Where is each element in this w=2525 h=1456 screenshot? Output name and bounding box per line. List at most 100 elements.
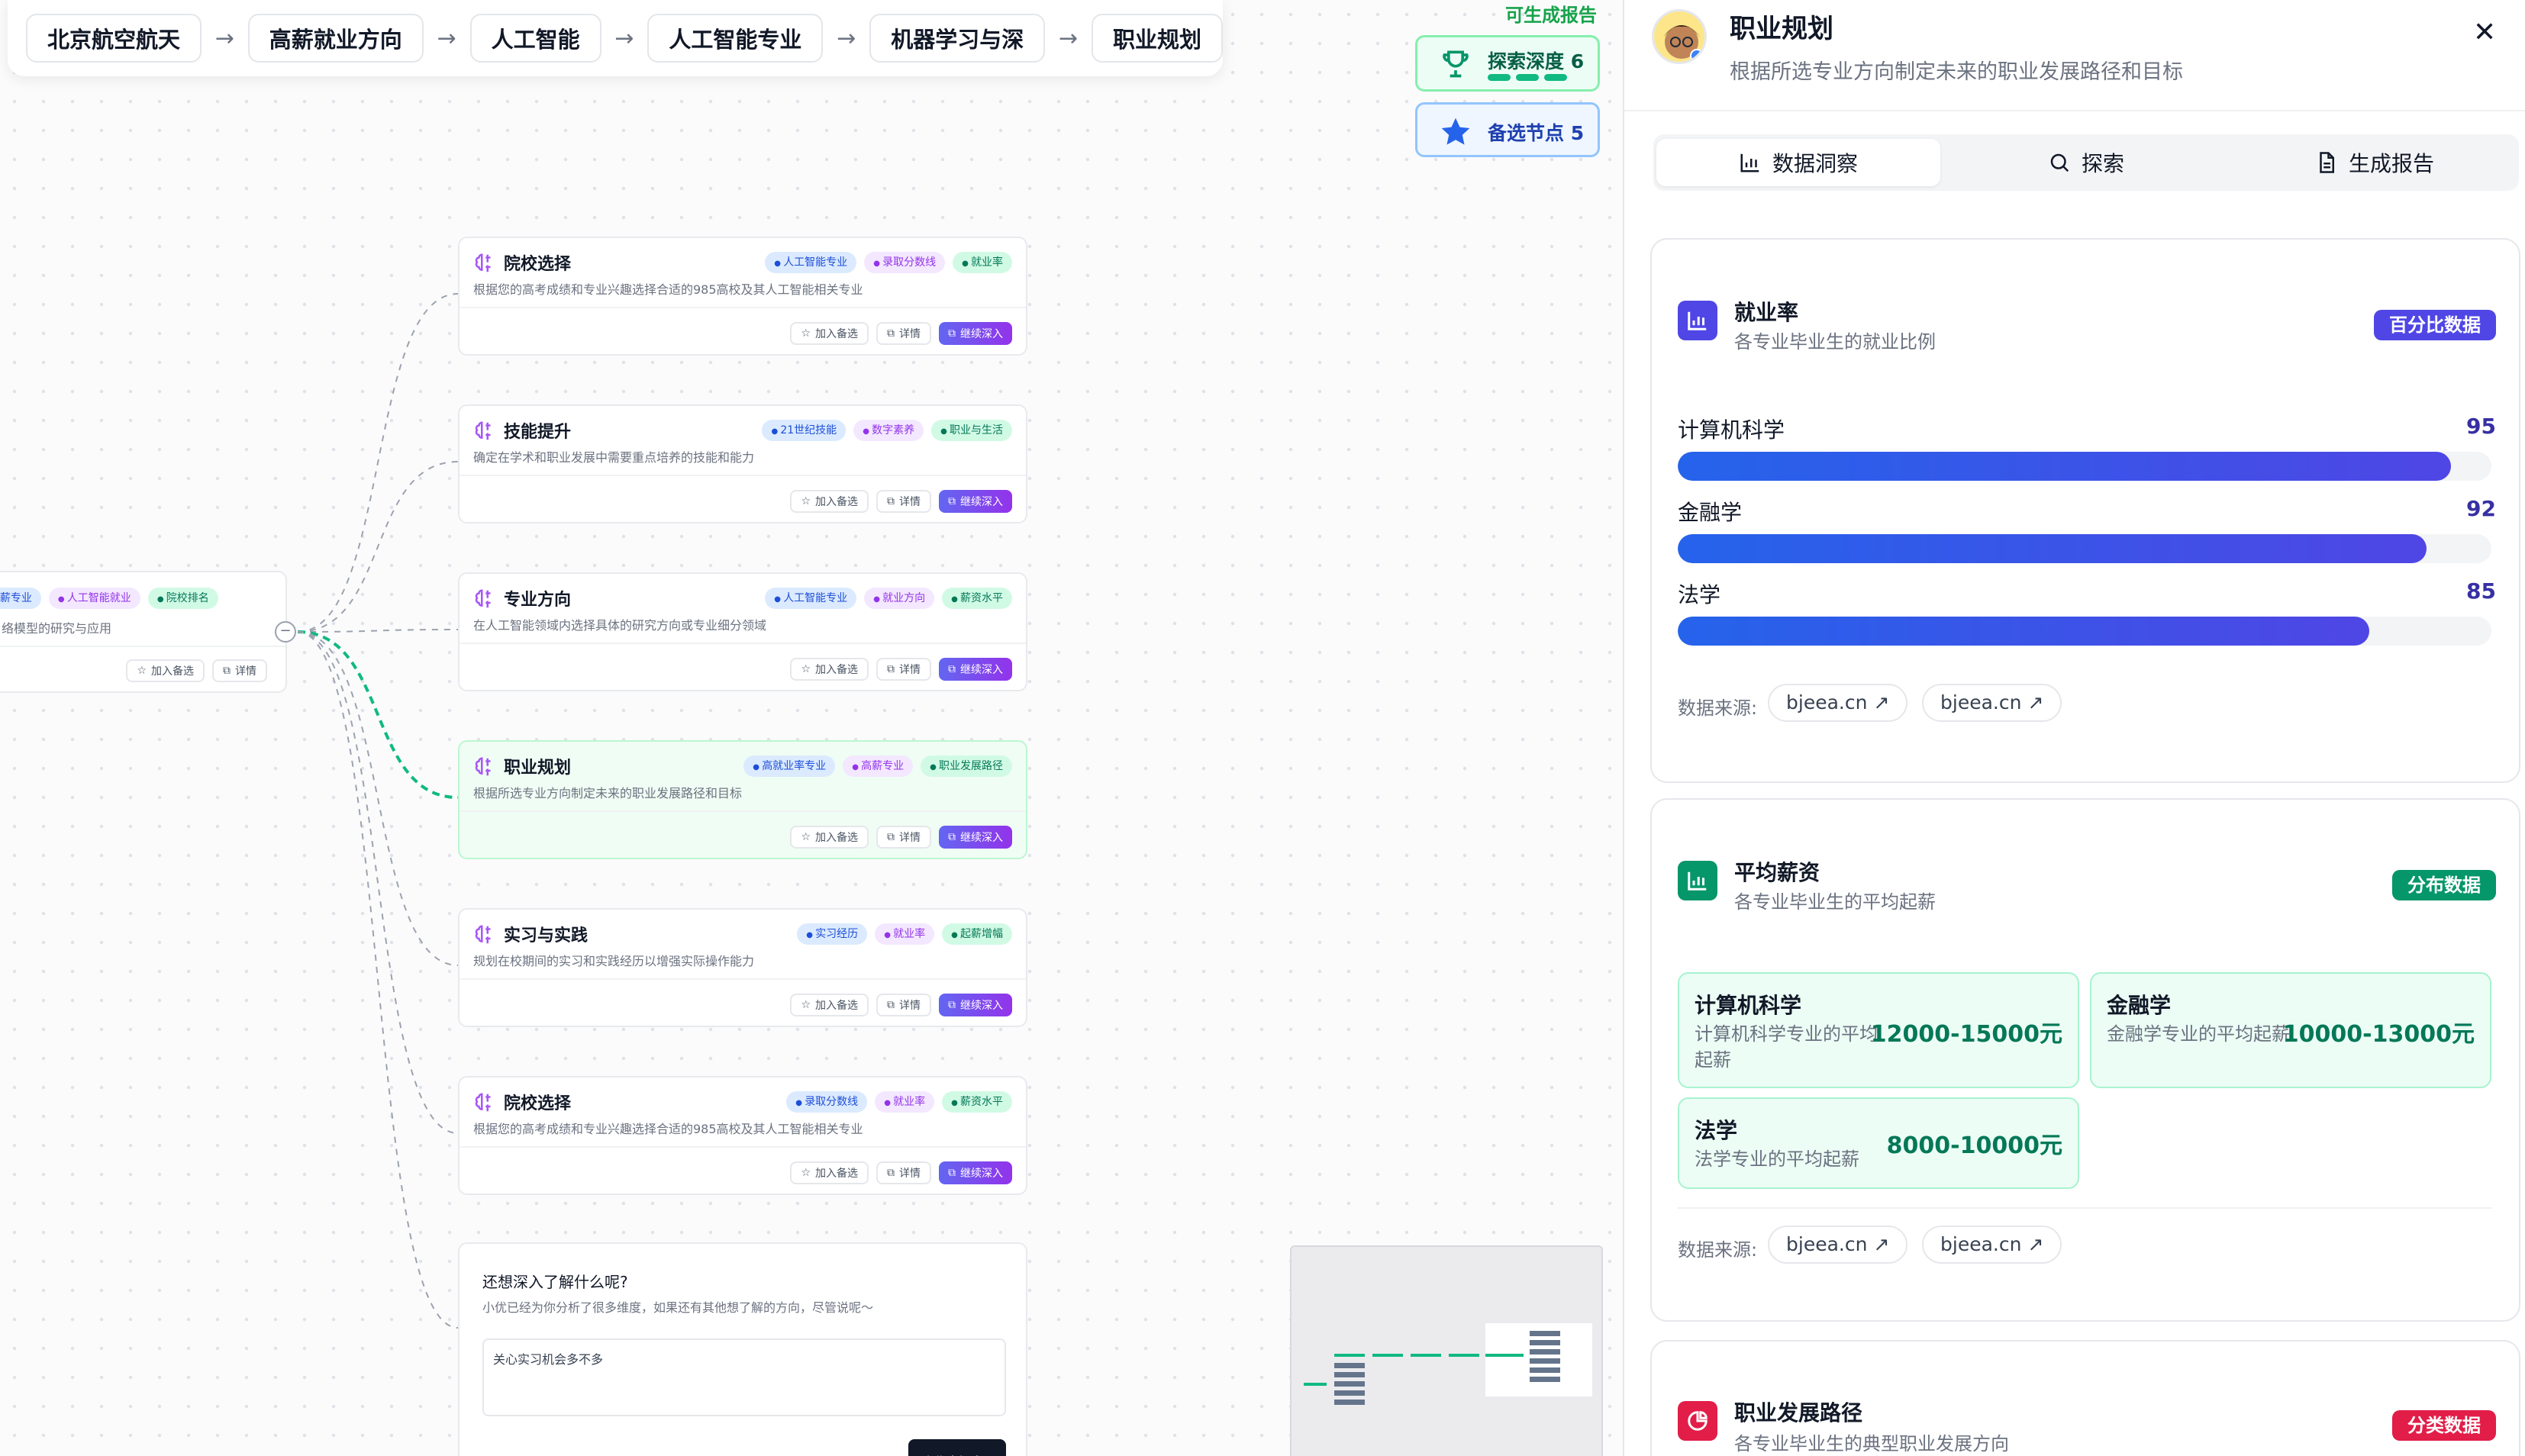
source-link[interactable]: bjeea.cn ↗: [1922, 684, 2062, 722]
continue-deeper-button[interactable]: ⧉ 继续深入: [939, 658, 1012, 681]
bar-track: [1678, 452, 2491, 481]
star-outline-icon: ☆: [137, 665, 147, 677]
source-link[interactable]: bjeea.cn ↗: [1768, 1226, 1908, 1264]
distribution-data-badge: 分布数据: [2392, 870, 2496, 900]
mindmap-node[interactable]: 技能提升 21世纪技能数字素养职业与生活确定在学术和职业发展中需要重点培养的技能和…: [458, 404, 1027, 523]
node-tag: 高就业率专业: [743, 755, 836, 777]
detail-button[interactable]: ⧉ 详情: [876, 994, 931, 1016]
node-tag: 人工智能专业: [765, 588, 857, 609]
breadcrumb-item-current[interactable]: 职业规划: [1091, 14, 1223, 63]
connector-line: [297, 630, 459, 799]
star-outline-icon: ☆: [801, 831, 811, 843]
ask-input[interactable]: 关心实习机会多不多: [482, 1338, 1006, 1416]
card-subtitle: 各专业毕业生的平均起薪: [1734, 891, 1936, 913]
breadcrumb-item[interactable]: 机器学习与深: [869, 14, 1046, 63]
mindmap-node[interactable]: 专业方向 人工智能专业就业方向薪资水平在人工智能领域内选择具体的研究方向或专业细分…: [458, 572, 1027, 691]
detail-button[interactable]: ⧉ 详情: [876, 490, 931, 513]
candidates-label: 备选节点: [1488, 122, 1565, 144]
node-title: 院校选择: [504, 1094, 572, 1113]
continue-deeper-button[interactable]: ⧉ 继续深入: [939, 994, 1012, 1016]
mindmap-node[interactable]: 职业规划 高就业率专业高薪专业职业发展路径根据所选专业方向制定未来的职业发展路径和…: [458, 740, 1027, 859]
node-tag: 职业与生活: [931, 420, 1012, 441]
add-candidate-button[interactable]: ☆ 加入备选: [790, 322, 869, 345]
node-title: 职业规划: [504, 759, 572, 778]
node-description: 根据您的高考成绩和专业兴趣选择合适的985高校及其人工智能相关专业: [473, 282, 863, 297]
connector-line: [297, 461, 459, 633]
arrow-right-icon: →: [1059, 24, 1079, 52]
bar-value: 85: [2466, 578, 2496, 604]
external-link-icon: ⧉: [887, 831, 895, 843]
category-data-badge: 分类数据: [2392, 1410, 2496, 1441]
node-tag: 薪资水平: [942, 1091, 1012, 1113]
bar-chart-icon: [1678, 861, 1717, 900]
detail-button[interactable]: ⧉ 详情: [876, 322, 931, 345]
tab-data-insight[interactable]: 数据洞察: [1656, 139, 1940, 186]
node-tag: 就业率: [953, 252, 1012, 273]
mindmap-node[interactable]: 院校选择 录取分数线就业率薪资水平根据您的高考成绩和专业兴趣选择合适的985高校及…: [458, 1076, 1027, 1195]
bar-fill: [1678, 617, 2370, 646]
brain-icon: [475, 757, 491, 776]
minimap[interactable]: [1290, 1245, 1603, 1456]
node-tag: 起薪增幅: [942, 923, 1012, 945]
breadcrumb-item[interactable]: 北京航空航天: [26, 14, 202, 63]
detail-panel: 职业规划 根据所选专业方向制定未来的职业发展路径和目标 ✕ 数据洞察 探索 生成…: [1623, 0, 2525, 1456]
star-icon: [1441, 118, 1470, 145]
node-title: 实习与实践: [504, 926, 589, 945]
employment-rate-card: 就业率 各专业毕业生的就业比例 百分比数据 计算机科学 95 金融学 92 法学 85 数…: [1650, 238, 2520, 783]
add-candidate-button[interactable]: ☆ 加入备选: [790, 658, 869, 681]
card-subtitle: 各专业毕业生的就业比例: [1734, 331, 1936, 353]
node-tag: 人工智能专业: [765, 252, 857, 273]
mindmap-canvas[interactable]: 北京航空航天 → 高薪就业方向 → 人工智能 → 人工智能专业 → 机器学习与深…: [0, 0, 1623, 1456]
salary-item: 计算机科学 计算机科学专业的平均起薪 12000-15000元: [1678, 972, 2079, 1088]
brain-icon: [475, 253, 491, 272]
connector-line: [297, 631, 459, 966]
detail-button[interactable]: ⧉ 详情: [876, 1161, 931, 1184]
bar-value: 95: [2466, 414, 2496, 439]
continue-deeper-button[interactable]: ⧉ 继续深入: [939, 1161, 1012, 1184]
node-tag: 数字素养: [853, 420, 924, 441]
source-link[interactable]: bjeea.cn ↗: [1768, 684, 1908, 722]
salary-item: 法学 法学专业的平均起薪 8000-10000元: [1678, 1097, 2079, 1189]
breadcrumb-item[interactable]: 人工智能专业: [647, 14, 824, 63]
candidate-nodes-badge[interactable]: 备选节点 5: [1415, 102, 1600, 157]
add-candidate-button[interactable]: ☆ 加入备选: [790, 826, 869, 849]
tab-generate-report[interactable]: 生成报告: [2233, 139, 2516, 186]
pie-chart-icon: [1678, 1401, 1717, 1441]
source-link[interactable]: bjeea.cn ↗: [1922, 1226, 2062, 1264]
continue-deeper-button[interactable]: ⧉ 继续深入: [939, 322, 1012, 345]
source-label: 数据来源:: [1678, 1239, 1758, 1261]
close-icon[interactable]: ✕: [2473, 17, 2496, 48]
mindmap-node[interactable]: 院校选择 人工智能专业录取分数线就业率根据您的高考成绩和专业兴趣选择合适的985高…: [458, 237, 1027, 356]
node-tag: 职业发展路径: [921, 755, 1012, 777]
mindmap-node[interactable]: 实习与实践 实习经历就业率起薪增幅规划在校期间的实习和实践经历以增强实际操作能力 ☆…: [458, 908, 1027, 1027]
add-candidate-button[interactable]: ☆ 加入备选: [790, 490, 869, 513]
node-title: 院校选择: [504, 255, 572, 274]
node-description: 根据所选专业方向制定未来的职业发展路径和目标: [473, 786, 743, 800]
breadcrumb-item[interactable]: 人工智能: [469, 14, 601, 63]
tab-explore[interactable]: 探索: [1953, 139, 2220, 186]
collapse-node-button[interactable]: −: [275, 621, 296, 643]
detail-button[interactable]: ⧉ 详情: [876, 658, 931, 681]
continue-deeper-button[interactable]: ⧉ 继续深入: [939, 490, 1012, 513]
external-link-icon: ⧉: [887, 1167, 895, 1179]
card-title: 平均薪资: [1734, 860, 1820, 885]
brain-icon: [475, 589, 491, 608]
generate-report-hint[interactable]: 可生成报告: [1505, 0, 1597, 27]
detail-button[interactable]: ⧉ 详情: [876, 826, 931, 849]
bar-fill: [1678, 452, 2451, 481]
avatar: [1652, 9, 1707, 64]
detail-button[interactable]: ⧉ 详情: [212, 659, 267, 682]
continue-deeper-button[interactable]: ⧉ 继续深入: [939, 826, 1012, 849]
add-candidate-button[interactable]: ☆ 加入备选: [790, 1161, 869, 1184]
average-salary-card: 平均薪资 各专业毕业生的平均起薪 分布数据 计算机科学 计算机科学专业的平均起薪…: [1650, 798, 2520, 1322]
add-candidate-button[interactable]: ☆ 加入备选: [126, 659, 205, 682]
bar-value: 92: [2466, 496, 2496, 521]
breadcrumb-item[interactable]: 高薪就业方向: [247, 14, 424, 63]
explore-submit-button[interactable]: 小优来探索: [908, 1439, 1006, 1456]
external-link-icon: ⧉: [948, 831, 956, 843]
parent-node[interactable]: 高薪专业 人工智能就业 院校排名 络模型的研究与应用 ☆加入备选 ⧉详情: [0, 571, 287, 693]
connector-lines: [297, 293, 459, 1329]
node-title: 技能提升: [504, 423, 572, 442]
add-candidate-button[interactable]: ☆ 加入备选: [790, 994, 869, 1016]
connector-line: [297, 631, 459, 1134]
